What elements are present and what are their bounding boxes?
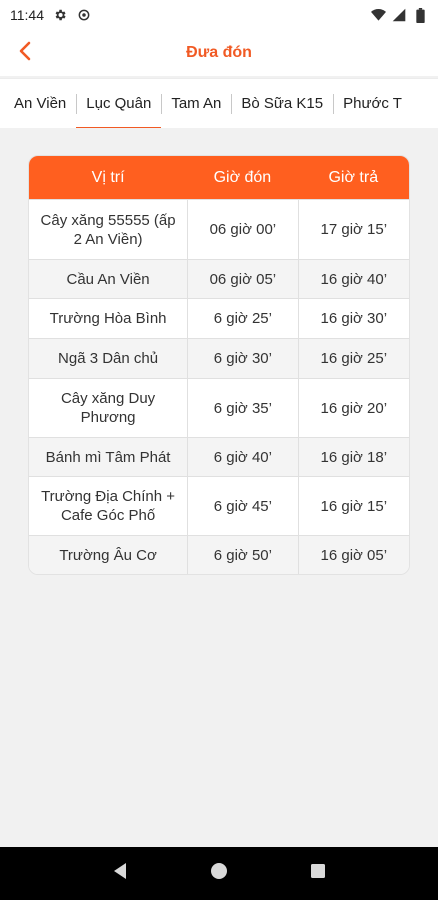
dropoff-time-cell: 16 giờ 05’ [297,536,409,574]
location-cell: Trường Âu Cơ [29,536,188,574]
dropoff-time-cell: 16 giờ 15’ [297,477,409,535]
chevron-left-icon [18,41,32,66]
nav-back-button[interactable] [105,859,135,889]
dropoff-time-cell: 16 giờ 20’ [297,379,409,437]
nav-home-button[interactable] [204,859,234,889]
page-title: Đưa đón [186,44,252,61]
table-row: Cây xăng 55555 (ấp 2 An Viền) 06 giờ 00’… [29,199,409,259]
status-time: 11:44 [10,7,44,23]
dropoff-time-cell: 16 giờ 30’ [297,299,409,338]
dropoff-time-cell: 16 giờ 25’ [297,339,409,378]
navigation-bar [0,847,438,900]
back-triangle-icon [112,862,128,885]
table-row: Cầu An Viền 06 giờ 05’ 16 giờ 40’ [29,259,409,298]
pickup-time-cell: 06 giờ 05’ [187,260,298,298]
column-header-dropoff: Giờ trả [328,168,379,186]
pickup-time-cell: 06 giờ 00’ [187,200,298,259]
location-cell: Bánh mì Tâm Phát [29,438,188,476]
sync-icon [76,7,92,23]
table-row: Bánh mì Tâm Phát 6 giờ 40’ 16 giờ 18’ [29,437,409,476]
wifi-icon [370,7,386,23]
pickup-time-cell: 6 giờ 50’ [187,536,298,574]
home-circle-icon [210,862,228,885]
pickup-time-cell: 6 giờ 45’ [187,477,298,535]
dropoff-time-cell: 16 giờ 18’ [297,438,409,476]
schedule-table: Vị trí Giờ đón Giờ trả Cây xăng 55555 (ấ… [28,155,410,575]
location-cell: Trường Hòa Bình [29,299,188,338]
location-cell: Cây xăng Duy Phương [29,379,188,437]
tab-phuoc-t[interactable]: Phước T [333,79,412,128]
gear-icon [52,7,68,23]
signal-icon [391,7,407,23]
table-row: Trường Hòa Bình 6 giờ 25’ 16 giờ 30’ [29,298,409,338]
dropoff-time-cell: 16 giờ 40’ [297,260,409,298]
pickup-time-cell: 6 giờ 40’ [187,438,298,476]
table-header: Vị trí Giờ đón Giờ trả [29,156,409,199]
nav-recents-button[interactable] [303,859,333,889]
pickup-time-cell: 6 giờ 25’ [187,299,298,338]
back-button[interactable] [12,40,38,66]
tab-bo-sua-k15[interactable]: Bò Sữa K15 [231,79,333,128]
location-cell: Cầu An Viền [29,260,188,298]
recents-square-icon [310,863,326,884]
battery-icon [412,7,428,23]
table-row: Cây xăng Duy Phương 6 giờ 35’ 16 giờ 20’ [29,378,409,437]
column-header-pickup: Giờ đón [213,168,272,186]
table-row: Ngã 3 Dân chủ 6 giờ 30’ 16 giờ 25’ [29,338,409,378]
pickup-time-cell: 6 giờ 35’ [187,379,298,437]
location-tabs: An Viền Lục Quân Tam An Bò Sữa K15 Phước… [0,78,438,128]
dropoff-time-cell: 17 giờ 15’ [297,200,409,259]
column-header-location: Vị trí [91,168,125,186]
location-cell: Trường Địa Chính + Cafe Góc Phố [29,477,188,535]
tab-luc-quan[interactable]: Lục Quân [76,79,162,128]
tab-tam-an[interactable]: Tam An [161,79,231,128]
location-cell: Ngã 3 Dân chủ [29,339,188,378]
table-row: Trường Âu Cơ 6 giờ 50’ 16 giờ 05’ [29,535,409,574]
app-bar: Đưa đón [0,30,438,76]
table-row: Trường Địa Chính + Cafe Góc Phố 6 giờ 45… [29,476,409,535]
pickup-time-cell: 6 giờ 30’ [187,339,298,378]
tab-an-vien[interactable]: An Viền [0,79,76,128]
status-bar: 11:44 [0,0,438,30]
location-cell: Cây xăng 55555 (ấp 2 An Viền) [29,200,188,259]
